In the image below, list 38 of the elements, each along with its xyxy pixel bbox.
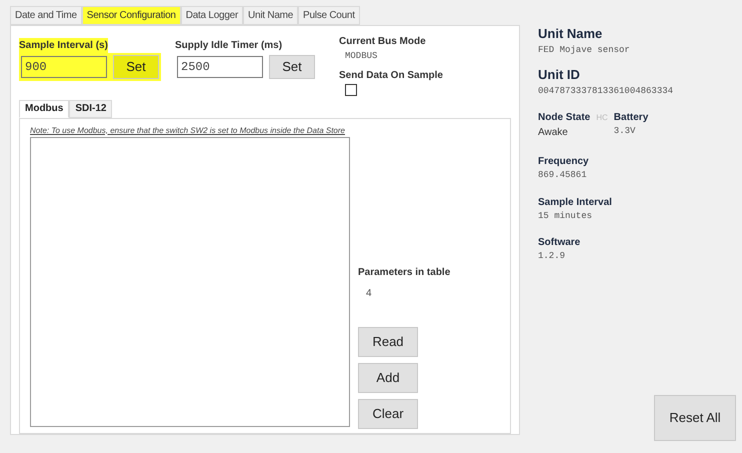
info-value: 869.45861 [538,169,588,182]
tab[interactable]: Sensor Configuration [82,6,181,25]
setting-field[interactable]: 900 [21,56,107,78]
bus-mode-value: MODBUS [344,50,378,63]
send-data-label: Send Data On Sample [339,68,443,82]
info-label: Unit ID [538,66,581,84]
info-value: FED Mojave sensor [538,44,631,56]
tab[interactable]: Modbus [19,100,70,118]
tab[interactable]: Data Logger [180,6,244,25]
info-label: Node State [538,111,590,125]
tab[interactable]: Date and Time [10,6,82,25]
info-value: 0047873337813361004863334 [538,84,674,98]
info-label: Software [538,236,582,250]
send-data-checkbox[interactable] [345,84,357,96]
table-button[interactable]: Clear [358,398,418,428]
info-label: Frequency [538,155,590,169]
info-label: Battery [614,111,648,125]
tab[interactable]: Unit Name [243,6,298,25]
info-value: Awake [538,126,569,140]
setting-label: Sample Interval (s) [19,38,108,53]
info-value: 3.3V [614,125,636,138]
reset-all-button[interactable]: Reset All [654,395,736,441]
tab[interactable]: Pulse Count [298,6,360,25]
note-text: Note: To use Modbus, ensure that the switch SW2 is set to Modbus inside the Data Store [30,124,346,136]
setting-label: Supply Idle Timer (ms) [175,39,282,53]
table-button[interactable]: Add [358,362,418,392]
info-value: 1.2.9 [538,250,566,263]
info-label: Unit Name [538,25,604,43]
tab[interactable]: SDI-12 [69,100,112,118]
set-button[interactable]: Set [113,55,159,79]
info-label: Sample Interval [538,196,613,210]
set-button[interactable]: Set [269,55,315,79]
parameters-label: Parameters in table [358,266,450,280]
parameters-count: 4 [365,286,373,300]
setting-field[interactable]: 2500 [177,56,263,78]
info-value: 15 minutes [538,210,594,222]
bus-mode-label: Current Bus Mode [339,35,427,49]
table-button[interactable]: Read [358,326,418,356]
